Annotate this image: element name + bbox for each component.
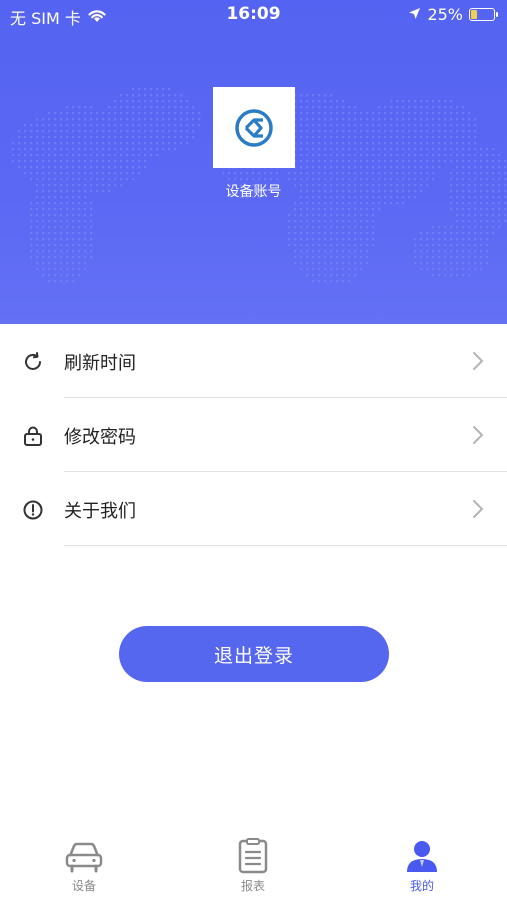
app-logo — [213, 87, 295, 168]
info-icon — [22, 499, 44, 521]
lock-icon — [22, 425, 44, 447]
user-icon — [407, 841, 437, 872]
logout-button[interactable]: 退出登录 — [119, 626, 389, 682]
location-arrow-icon — [408, 5, 421, 24]
profile-header: 无 SIM 卡 16:09 25% 设备账号 — [0, 0, 507, 324]
tab-label: 我的 — [409, 879, 434, 893]
divider — [64, 545, 507, 546]
status-bar: 无 SIM 卡 16:09 25% — [0, 0, 507, 30]
chevron-right-icon — [471, 425, 485, 445]
car-icon — [65, 842, 103, 873]
battery-icon — [469, 8, 498, 21]
tab-label: 报表 — [240, 879, 265, 893]
battery-level — [471, 10, 477, 19]
battery-percent: 25% — [427, 5, 463, 24]
chevron-right-icon — [471, 351, 485, 371]
sigma-logo-icon — [235, 108, 273, 147]
report-icon — [238, 838, 268, 874]
tab-label: 设备 — [71, 879, 96, 893]
tab-mine[interactable]: 我的 — [367, 838, 477, 894]
bottom-tab-bar: 设备 报表 我的 — [0, 830, 507, 900]
menu-item-label: 修改密码 — [64, 427, 136, 448]
settings-menu: 刷新时间 修改密码 关于我们 — [0, 324, 507, 546]
menu-item-about-us[interactable]: 关于我们 — [0, 472, 507, 546]
tab-devices[interactable]: 设备 — [29, 838, 139, 894]
menu-item-label: 关于我们 — [64, 501, 136, 522]
refresh-icon — [22, 351, 44, 373]
menu-item-refresh-time[interactable]: 刷新时间 — [0, 324, 507, 398]
menu-item-label: 刷新时间 — [64, 353, 136, 374]
chevron-right-icon — [471, 499, 485, 519]
account-label: 设备账号 — [225, 184, 282, 200]
tab-reports[interactable]: 报表 — [198, 838, 308, 894]
menu-item-change-password[interactable]: 修改密码 — [0, 398, 507, 472]
